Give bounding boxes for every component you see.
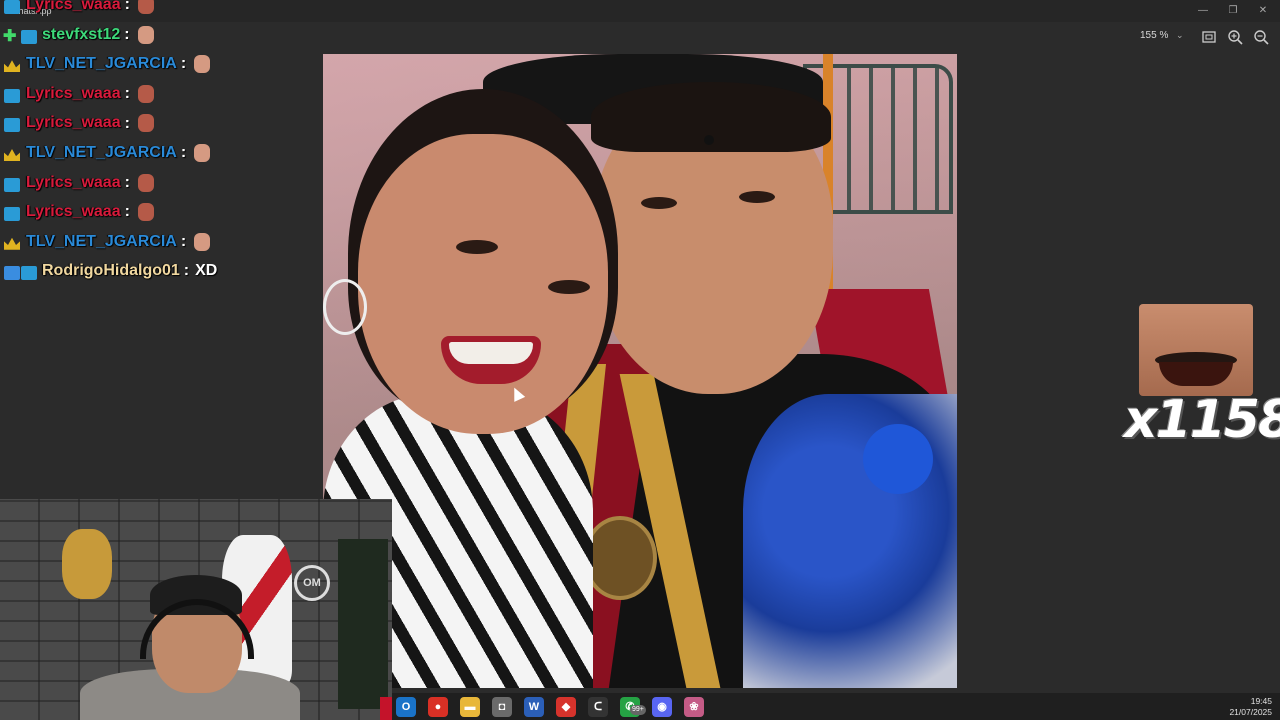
chat-message: TLV_NET_JGARCIA:	[0, 140, 330, 170]
chat-emote-icon	[194, 143, 211, 162]
file-explorer-icon[interactable]: ▬	[460, 697, 480, 717]
chat-emote-icon	[137, 25, 154, 44]
chat-username[interactable]: TLV_NET_JGARCIA	[26, 144, 177, 161]
chat-username[interactable]: stevfxst12	[42, 26, 120, 43]
gift-badge-icon	[4, 0, 20, 14]
chat-emote-icon	[137, 84, 154, 103]
clock-time: 19:45	[1250, 696, 1272, 706]
chat-separator: :	[124, 25, 130, 43]
clock-date: 21/07/2025	[1229, 707, 1272, 717]
gift-badge-icon	[21, 266, 37, 281]
chat-emote-icon	[137, 203, 154, 222]
photo-eye	[739, 191, 775, 203]
photo-dot-mark	[704, 135, 714, 145]
outlook-icon[interactable]: O	[396, 697, 416, 717]
chat-username[interactable]: Lyrics_waaa	[26, 115, 121, 132]
chat-separator: :	[124, 114, 130, 132]
chrome-icon[interactable]: ●	[428, 697, 448, 717]
chat-message: Lyrics_waaa:	[0, 81, 330, 111]
chat-message: TLV_NET_JGARCIA:	[0, 229, 330, 259]
chat-message: Lyrics_waaa:	[0, 170, 330, 200]
taskbar-edge	[380, 697, 392, 720]
emote-mouth	[1159, 362, 1233, 386]
system-clock[interactable]: 19:45 21/07/2025	[1229, 696, 1272, 718]
chat-username[interactable]: Lyrics_waaa	[26, 0, 121, 13]
chat-message: Lyrics_waaa:	[0, 199, 330, 229]
chat-text: XD	[195, 262, 218, 280]
photo-eye	[456, 240, 498, 254]
chat-username[interactable]: RodrigoHidalgo01	[42, 262, 180, 279]
chat-separator: :	[124, 85, 130, 103]
chat-separator: :	[180, 144, 187, 162]
crown-badge-icon	[4, 60, 20, 73]
photo-rose	[863, 424, 933, 494]
notification-badge: 99+	[630, 705, 646, 715]
gift-badge-icon	[4, 118, 20, 133]
viewed-photo[interactable]	[323, 54, 957, 688]
chat-emote-icon	[194, 232, 211, 251]
photo-medal	[583, 516, 657, 600]
chevron-down-icon[interactable]: ⌄	[1176, 30, 1184, 41]
media-icon[interactable]: ◆	[556, 697, 576, 717]
chat-separator: :	[180, 55, 187, 73]
word-icon[interactable]: W	[524, 697, 544, 717]
chat-message: Lyrics_waaa:	[0, 110, 330, 140]
discord-icon[interactable]: ◉	[652, 697, 672, 717]
fit-screen-icon[interactable]	[1200, 28, 1218, 46]
photo-teeth	[449, 342, 533, 364]
chat-separator: :	[124, 0, 130, 14]
photo-eye	[641, 197, 677, 209]
chat-message: TLV_NET_JGARCIA:	[0, 51, 330, 81]
gift-badge-icon	[4, 207, 20, 222]
shelf	[338, 539, 388, 709]
stream-chat: Lyrics_waaa: ✚ stevfxst12: TLV_NET_JGARCIA:…	[0, 0, 330, 288]
capcut-icon[interactable]: ᑕ	[588, 697, 608, 717]
minimize-button[interactable]: —	[1186, 3, 1220, 19]
chat-username[interactable]: TLV_NET_JGARCIA	[26, 233, 177, 250]
zoom-level-select[interactable]: 155 %	[1140, 30, 1168, 41]
app-icon[interactable]: ❀	[684, 697, 704, 717]
gift-badge-icon	[4, 88, 20, 103]
chat-emote-icon	[194, 55, 211, 74]
chat-username[interactable]: Lyrics_waaa	[26, 203, 121, 220]
zoom-out-icon[interactable]	[1252, 28, 1270, 46]
gift-badge-icon	[4, 177, 20, 192]
chat-separator: :	[180, 232, 187, 250]
close-button[interactable]: ✕	[1246, 3, 1280, 19]
crown-badge-icon	[4, 237, 20, 250]
photo-eye	[548, 280, 590, 294]
arrow-badge-icon	[4, 266, 20, 281]
poster	[62, 529, 112, 599]
chat-username[interactable]: Lyrics_waaa	[26, 85, 121, 102]
crown-badge-icon	[4, 148, 20, 161]
emote-combo-count: x1158	[1124, 390, 1280, 450]
chat-emote-icon	[137, 114, 154, 133]
gift-badge-icon	[21, 29, 37, 44]
chat-username[interactable]: Lyrics_waaa	[26, 174, 121, 191]
chat-emote-icon	[137, 173, 154, 192]
emote-combo-image	[1139, 304, 1253, 396]
game-icon[interactable]: ◘	[492, 697, 512, 717]
chat-separator: :	[183, 262, 190, 280]
chat-message: ✚ stevfxst12:	[0, 22, 330, 52]
webcam-overlay: OM	[0, 499, 392, 720]
chat-emote-icon	[137, 0, 154, 14]
taskbar: 19:45 21/07/2025 O●▬◘W◆ᑕ✆99+◉❀	[392, 693, 1280, 720]
chat-separator: :	[124, 173, 130, 191]
chat-message: RodrigoHidalgo01: XD	[0, 258, 330, 288]
maximize-button[interactable]: ❐	[1216, 3, 1250, 19]
om-logo: OM	[294, 565, 330, 601]
zoom-in-icon[interactable]	[1226, 28, 1244, 46]
chat-message: Lyrics_waaa:	[0, 0, 330, 22]
plus-badge-icon: ✚	[3, 27, 17, 45]
chat-separator: :	[124, 203, 130, 221]
viewer-toolbar: 155 % ⌄	[1120, 26, 1280, 48]
chat-username[interactable]: TLV_NET_JGARCIA	[26, 55, 177, 72]
